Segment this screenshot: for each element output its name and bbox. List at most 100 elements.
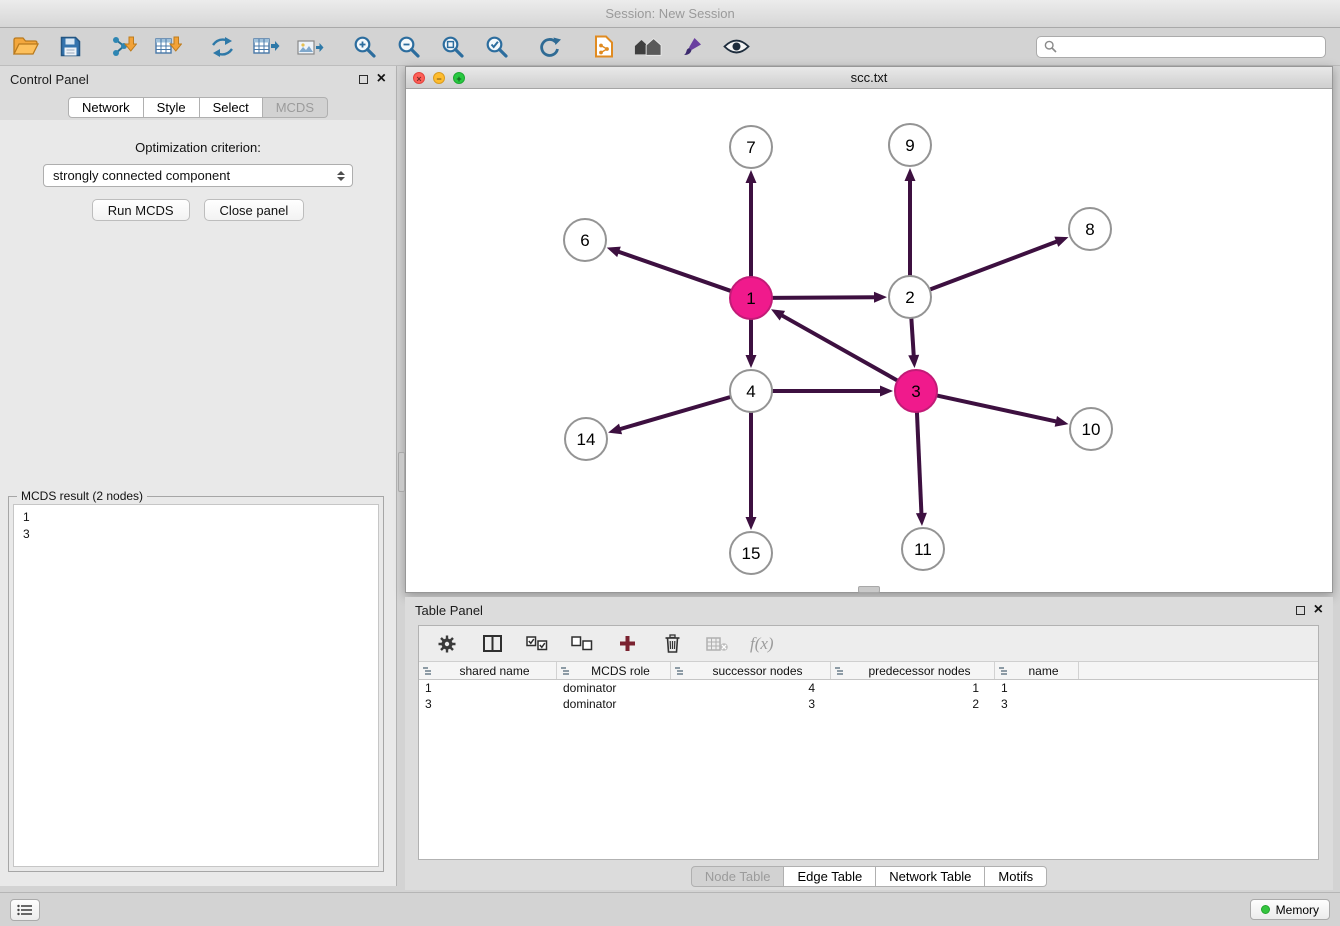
home-button[interactable] [634,33,662,61]
edge-4-14[interactable] [608,397,731,434]
zoom-selected-icon [485,35,508,58]
tab-motifs[interactable]: Motifs [985,866,1047,887]
maximize-window-button[interactable]: + [453,72,465,84]
scrollbar-handle-horizontal[interactable] [858,586,880,593]
splitter-handle-vertical[interactable] [398,452,405,492]
import-table-button[interactable] [154,33,182,61]
tab-edge-table[interactable]: Edge Table [784,866,876,887]
edge-2-3[interactable] [908,318,919,368]
window-titlebar[interactable]: Session: New Session [0,0,1340,28]
graph-node-15[interactable]: 15 [730,532,772,574]
tab-node-table[interactable]: Node Table [691,866,785,887]
column-header-successor-nodes[interactable]: successor nodes [671,662,831,679]
zoom-selected-button[interactable] [482,33,510,61]
graph-node-8[interactable]: 8 [1069,208,1111,250]
sort-icon [423,666,434,676]
mcds-result-title: MCDS result (2 nodes) [17,489,147,503]
delete-column-button[interactable] [705,632,729,656]
table-settings-button[interactable] [435,632,459,656]
graph-node-2[interactable]: 2 [889,276,931,318]
search-input[interactable] [1062,39,1318,54]
import-network-icon [111,35,137,58]
table-tabs: Node TableEdge TableNetwork TableMotifs [405,866,1333,887]
graph-node-7[interactable]: 7 [730,126,772,168]
graph-node-9[interactable]: 9 [889,124,931,166]
edge-1-6[interactable] [607,247,731,291]
export-table-button[interactable] [252,33,280,61]
graph-node-1[interactable]: 1 [730,277,772,319]
table-cell: 1 [995,681,1079,695]
search-box[interactable] [1036,36,1326,58]
graph-node-6[interactable]: 6 [564,219,606,261]
refresh-button[interactable] [536,33,564,61]
table-cell: dominator [557,697,671,711]
zoom-in-button[interactable] [350,33,378,61]
toolbar-group-session [12,33,84,61]
close-table-panel-icon[interactable]: × [1314,602,1323,618]
criterion-dropdown[interactable]: strongly connected component [43,164,353,187]
function-builder-button[interactable]: f(x) [750,634,774,654]
export-image-button[interactable] [296,33,324,61]
edge-3-1[interactable] [771,309,898,380]
float-panel-icon[interactable] [359,75,368,84]
column-panel-button[interactable] [480,632,504,656]
column-label: MCDS role [575,664,666,678]
edge-3-10[interactable] [937,395,1069,426]
graph-node-11[interactable]: 11 [902,528,944,570]
zoom-out-button[interactable] [394,33,422,61]
graph-node-4[interactable]: 4 [730,370,772,412]
memory-button[interactable]: Memory [1250,899,1330,920]
visibility-button[interactable] [722,33,750,61]
task-history-button[interactable] [10,899,40,921]
graph-node-10[interactable]: 10 [1070,408,1112,450]
graph-node-14[interactable]: 14 [565,418,607,460]
edge-3-11[interactable] [916,412,927,526]
table-row[interactable]: 3dominator323 [419,696,1318,712]
minimize-window-button[interactable]: − [433,72,445,84]
open-session-button[interactable] [12,33,40,61]
tab-network-table[interactable]: Network Table [876,866,985,887]
run-mcds-button[interactable]: Run MCDS [92,199,190,221]
column-header-MCDS-role[interactable]: MCDS role [557,662,671,679]
mcds-result-line: 1 [23,509,369,526]
mcds-result-list[interactable]: 13 [13,504,379,867]
network-window-titlebar[interactable]: scc.txt × − + [406,67,1332,89]
column-header-name[interactable]: name [995,662,1079,679]
style-button[interactable] [678,33,706,61]
tab-style[interactable]: Style [144,97,200,118]
edge-2-9[interactable] [905,168,916,276]
delete-row-button[interactable] [660,632,684,656]
import-network-button[interactable] [110,33,138,61]
node-label: 10 [1082,420,1101,439]
tab-select[interactable]: Select [200,97,263,118]
edge-4-15[interactable] [746,412,757,530]
edge-1-2[interactable] [772,292,887,303]
close-window-button[interactable]: × [413,72,425,84]
close-panel-button[interactable]: Close panel [204,199,305,221]
edge-4-3[interactable] [772,386,893,397]
close-panel-icon[interactable]: × [377,71,386,87]
graph-node-3[interactable]: 3 [895,370,937,412]
edge-2-8[interactable] [930,237,1069,290]
tab-network[interactable]: Network [68,97,144,118]
deselect-all-button[interactable] [570,632,594,656]
table-panel: Table Panel × [405,597,1333,890]
zoom-fit-button[interactable] [438,33,466,61]
export-network-button[interactable] [208,33,236,61]
table-cell: 1 [419,681,557,695]
edge-1-4[interactable] [746,319,757,368]
node-label: 4 [746,382,755,401]
column-label: shared name [437,664,552,678]
network-canvas[interactable]: 1 2 3 4 6 7 8 9 10 11 14 15 [406,89,1332,592]
edge-1-7[interactable] [746,170,757,277]
table-row[interactable]: 1dominator411 [419,680,1318,696]
add-row-button[interactable] [615,632,639,656]
float-table-panel-icon[interactable] [1296,606,1305,615]
traffic-lights: × − + [413,72,465,84]
save-session-button[interactable] [56,33,84,61]
select-all-button[interactable] [525,632,549,656]
column-header-predecessor-nodes[interactable]: predecessor nodes [831,662,995,679]
tab-mcds[interactable]: MCDS [263,97,328,118]
column-header-shared-name[interactable]: shared name [419,662,557,679]
share-document-button[interactable] [590,33,618,61]
